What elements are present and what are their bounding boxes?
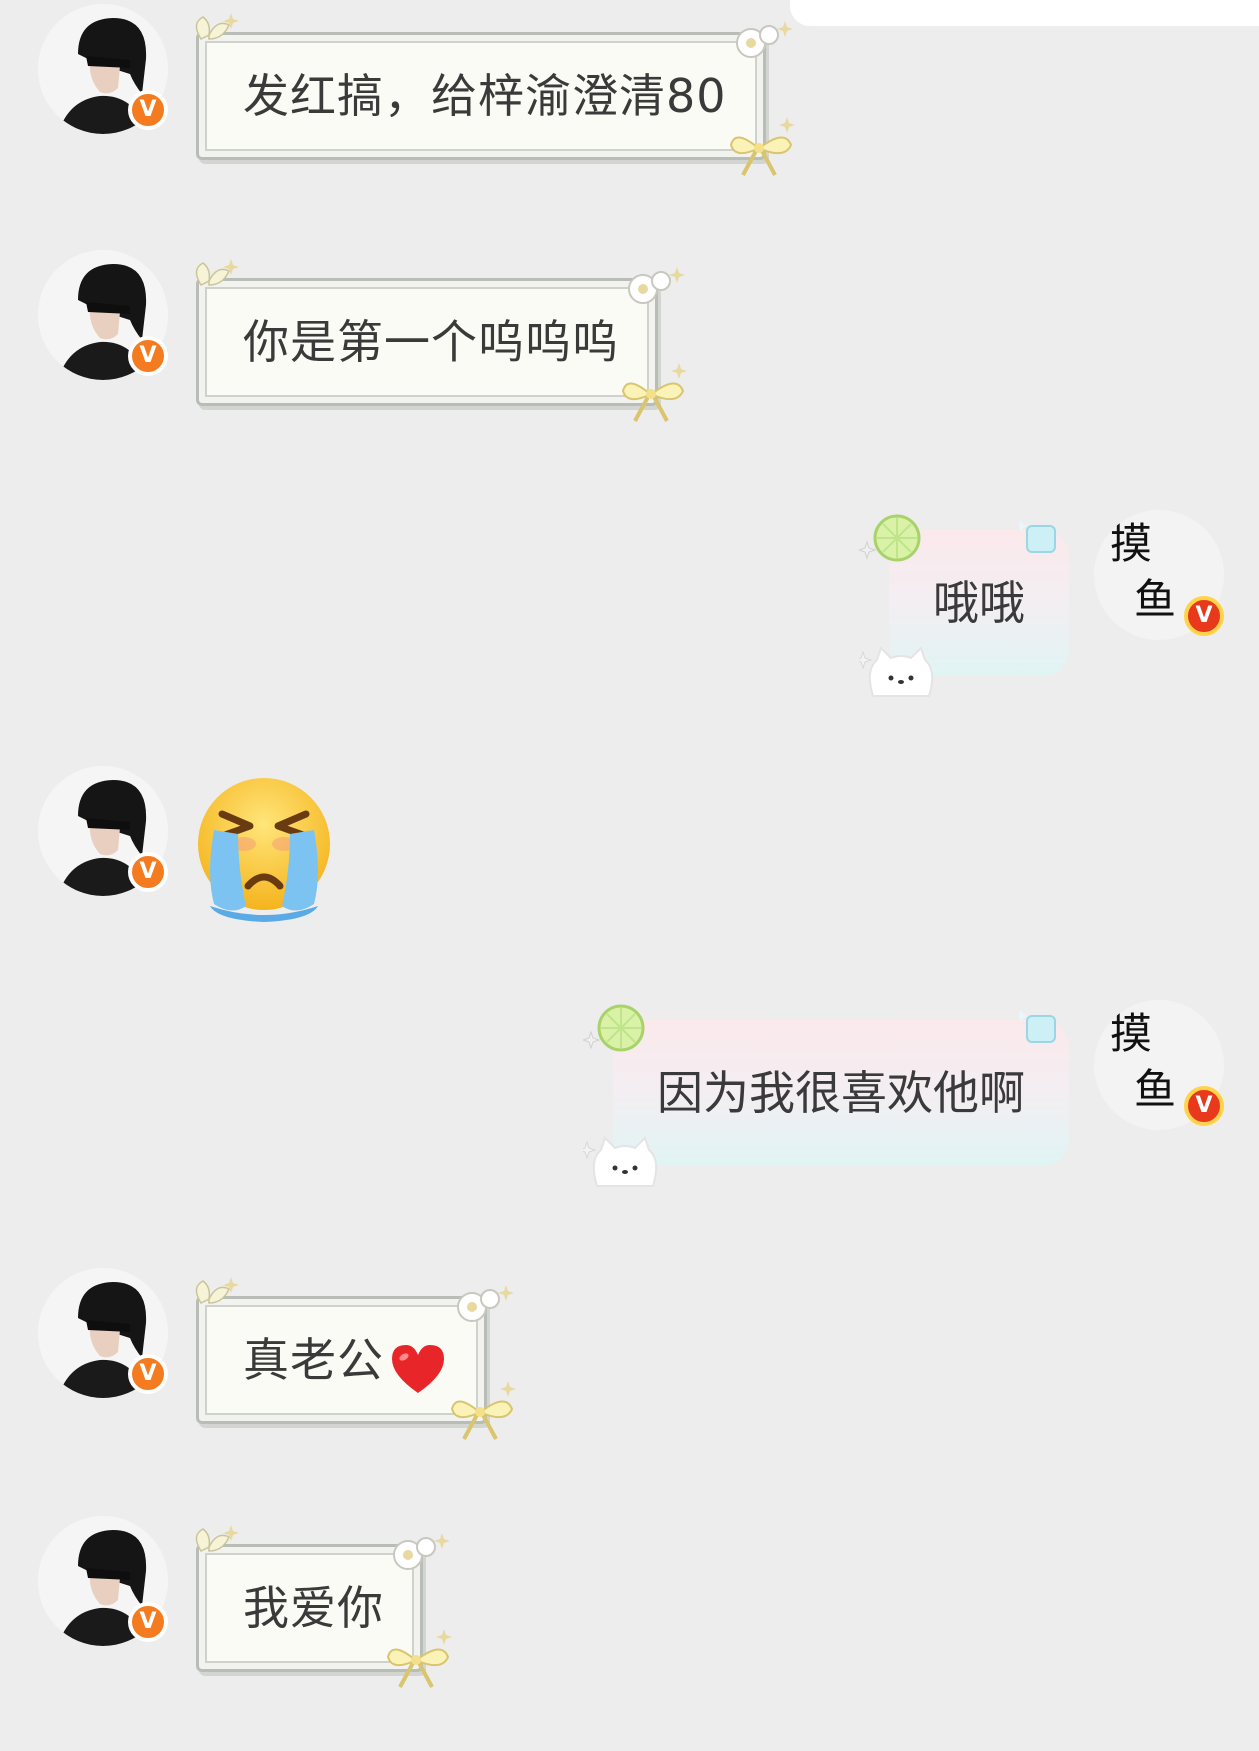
- butterfly-icon: [195, 259, 239, 286]
- verified-badge-icon: V: [128, 90, 168, 130]
- verified-badge-icon: V: [1184, 596, 1224, 636]
- ribbon-bow-icon: [729, 117, 795, 176]
- contact-avatar[interactable]: V: [38, 1268, 168, 1398]
- message-bubble[interactable]: 真老公: [195, 1277, 516, 1440]
- flower-icon: [393, 1533, 450, 1570]
- message-bubble[interactable]: 你是第一个呜呜呜: [195, 259, 687, 422]
- cat-face-icon: [583, 1136, 658, 1187]
- message-bubble[interactable]: 哦哦: [859, 514, 1069, 697]
- ice-cube-icon: [1019, 520, 1056, 553]
- lime-slice-icon: [583, 1004, 645, 1052]
- calligraphy-glyph: 摸: [1110, 519, 1153, 568]
- verified-badge-icon: V: [128, 1602, 168, 1642]
- crying-face-icon[interactable]: [192, 774, 336, 924]
- flower-icon: [735, 21, 793, 58]
- red-heart-icon: [392, 1344, 444, 1393]
- message-text: 哦哦: [933, 576, 1025, 630]
- message-text: 我爱你: [243, 1581, 384, 1635]
- calligraphy-glyph: 鱼: [1134, 1065, 1177, 1114]
- butterfly-icon: [195, 1525, 239, 1552]
- ribbon-bow-icon: [450, 1381, 516, 1440]
- ice-cube-icon: [1019, 1010, 1056, 1043]
- verified-badge-icon: V: [128, 852, 168, 892]
- message-text: 你是第一个呜呜呜: [243, 315, 619, 369]
- previous-message-edge: [790, 0, 1259, 26]
- my-avatar[interactable]: 摸鱼 V: [1094, 1000, 1224, 1130]
- flower-icon: [457, 1285, 514, 1322]
- contact-avatar[interactable]: V: [38, 250, 168, 380]
- butterfly-icon: [195, 13, 239, 40]
- calligraphy-glyph: 摸: [1110, 1009, 1153, 1058]
- message-text: 发红搞，给梓渝澄清80: [243, 69, 727, 123]
- lime-slice-icon: [859, 514, 921, 562]
- avatar-calligraphy-text: 摸鱼: [1110, 516, 1177, 628]
- ribbon-bow-icon: [621, 363, 687, 422]
- avatar-calligraphy-text: 摸鱼: [1110, 1006, 1177, 1118]
- butterfly-icon: [195, 1277, 239, 1304]
- contact-avatar[interactable]: V: [38, 1516, 168, 1646]
- calligraphy-glyph: 鱼: [1134, 575, 1177, 624]
- contact-avatar[interactable]: V: [38, 766, 168, 896]
- my-avatar[interactable]: 摸鱼 V: [1094, 510, 1224, 640]
- ribbon-bow-icon: [386, 1629, 452, 1688]
- cat-face-icon: [859, 646, 934, 697]
- message-bubble[interactable]: 我爱你: [195, 1525, 452, 1688]
- message-text: 因为我很喜欢他啊: [657, 1066, 1025, 1120]
- message-text: 真老公: [243, 1333, 384, 1387]
- message-bubble[interactable]: 发红搞，给梓渝澄清80: [195, 13, 795, 176]
- message-bubble[interactable]: 因为我很喜欢他啊: [583, 1004, 1069, 1187]
- flower-icon: [628, 267, 685, 304]
- verified-badge-icon: V: [128, 336, 168, 376]
- verified-badge-icon: V: [1184, 1086, 1224, 1126]
- verified-badge-icon: V: [128, 1354, 168, 1394]
- contact-avatar[interactable]: V: [38, 4, 168, 134]
